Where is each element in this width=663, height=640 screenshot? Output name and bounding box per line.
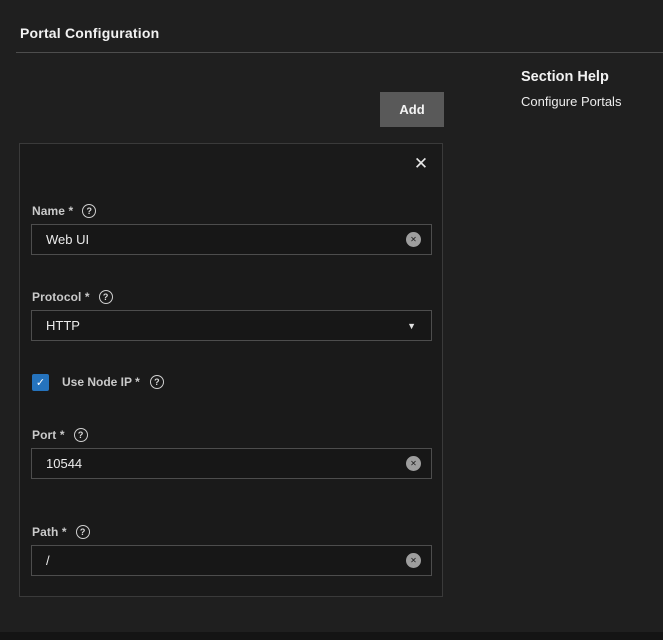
use-node-ip-checkbox[interactable]: ✓ bbox=[32, 374, 49, 391]
name-input[interactable]: Web UI ✕ bbox=[31, 224, 432, 255]
protocol-label: Protocol * bbox=[32, 290, 90, 304]
clear-icon[interactable]: ✕ bbox=[406, 553, 421, 568]
path-input-value: / bbox=[46, 553, 406, 568]
name-field-group: Name * ? Web UI ✕ bbox=[31, 204, 432, 255]
question-mark-glyph: ? bbox=[103, 292, 109, 302]
question-mark-glyph: ? bbox=[154, 377, 160, 387]
portal-configuration-screen: Portal Configuration Add Section Help Co… bbox=[0, 0, 663, 640]
help-icon[interactable]: ? bbox=[76, 525, 90, 539]
page-title: Portal Configuration bbox=[20, 25, 159, 41]
portal-form-panel: ✕ Name * ? Web UI ✕ Protocol * ? bbox=[19, 143, 443, 597]
clear-x-glyph: ✕ bbox=[410, 459, 417, 468]
help-icon[interactable]: ? bbox=[82, 204, 96, 218]
port-input[interactable]: 10544 ✕ bbox=[31, 448, 432, 479]
clear-icon[interactable]: ✕ bbox=[406, 232, 421, 247]
check-icon: ✓ bbox=[36, 376, 45, 389]
header-divider bbox=[16, 52, 663, 53]
section-help-body: Configure Portals bbox=[521, 94, 621, 109]
question-mark-glyph: ? bbox=[87, 206, 93, 216]
path-field-group: Path * ? / ✕ bbox=[31, 525, 432, 576]
clear-x-glyph: ✕ bbox=[410, 235, 417, 244]
question-mark-glyph: ? bbox=[80, 527, 86, 537]
name-label-row: Name * ? bbox=[32, 204, 432, 218]
path-input[interactable]: / ✕ bbox=[31, 545, 432, 576]
name-input-value: Web UI bbox=[46, 232, 406, 247]
add-button[interactable]: Add bbox=[380, 92, 444, 127]
path-label-row: Path * ? bbox=[32, 525, 432, 539]
close-icon: ✕ bbox=[414, 154, 428, 173]
section-help: Section Help Configure Portals bbox=[521, 69, 621, 109]
port-label-row: Port * ? bbox=[32, 428, 432, 442]
port-label: Port * bbox=[32, 428, 65, 442]
protocol-field-group: Protocol * ? HTTP ▼ bbox=[31, 290, 432, 341]
use-node-ip-field-group: ✓ Use Node IP * ? bbox=[32, 373, 164, 391]
clear-x-glyph: ✕ bbox=[410, 556, 417, 565]
protocol-select[interactable]: HTTP ▼ bbox=[31, 310, 432, 341]
clear-icon[interactable]: ✕ bbox=[406, 456, 421, 471]
use-node-ip-label: Use Node IP * bbox=[62, 375, 140, 389]
port-input-value: 10544 bbox=[46, 456, 406, 471]
chevron-down-icon: ▼ bbox=[407, 321, 416, 331]
name-label: Name * bbox=[32, 204, 73, 218]
section-help-heading: Section Help bbox=[521, 69, 621, 85]
close-button[interactable]: ✕ bbox=[409, 152, 433, 176]
help-icon[interactable]: ? bbox=[150, 375, 164, 389]
help-icon[interactable]: ? bbox=[99, 290, 113, 304]
bottom-strip bbox=[0, 632, 663, 640]
help-icon[interactable]: ? bbox=[74, 428, 88, 442]
protocol-selected-value: HTTP bbox=[46, 318, 407, 333]
port-field-group: Port * ? 10544 ✕ bbox=[31, 428, 432, 479]
protocol-label-row: Protocol * ? bbox=[32, 290, 432, 304]
path-label: Path * bbox=[32, 525, 67, 539]
question-mark-glyph: ? bbox=[78, 430, 84, 440]
